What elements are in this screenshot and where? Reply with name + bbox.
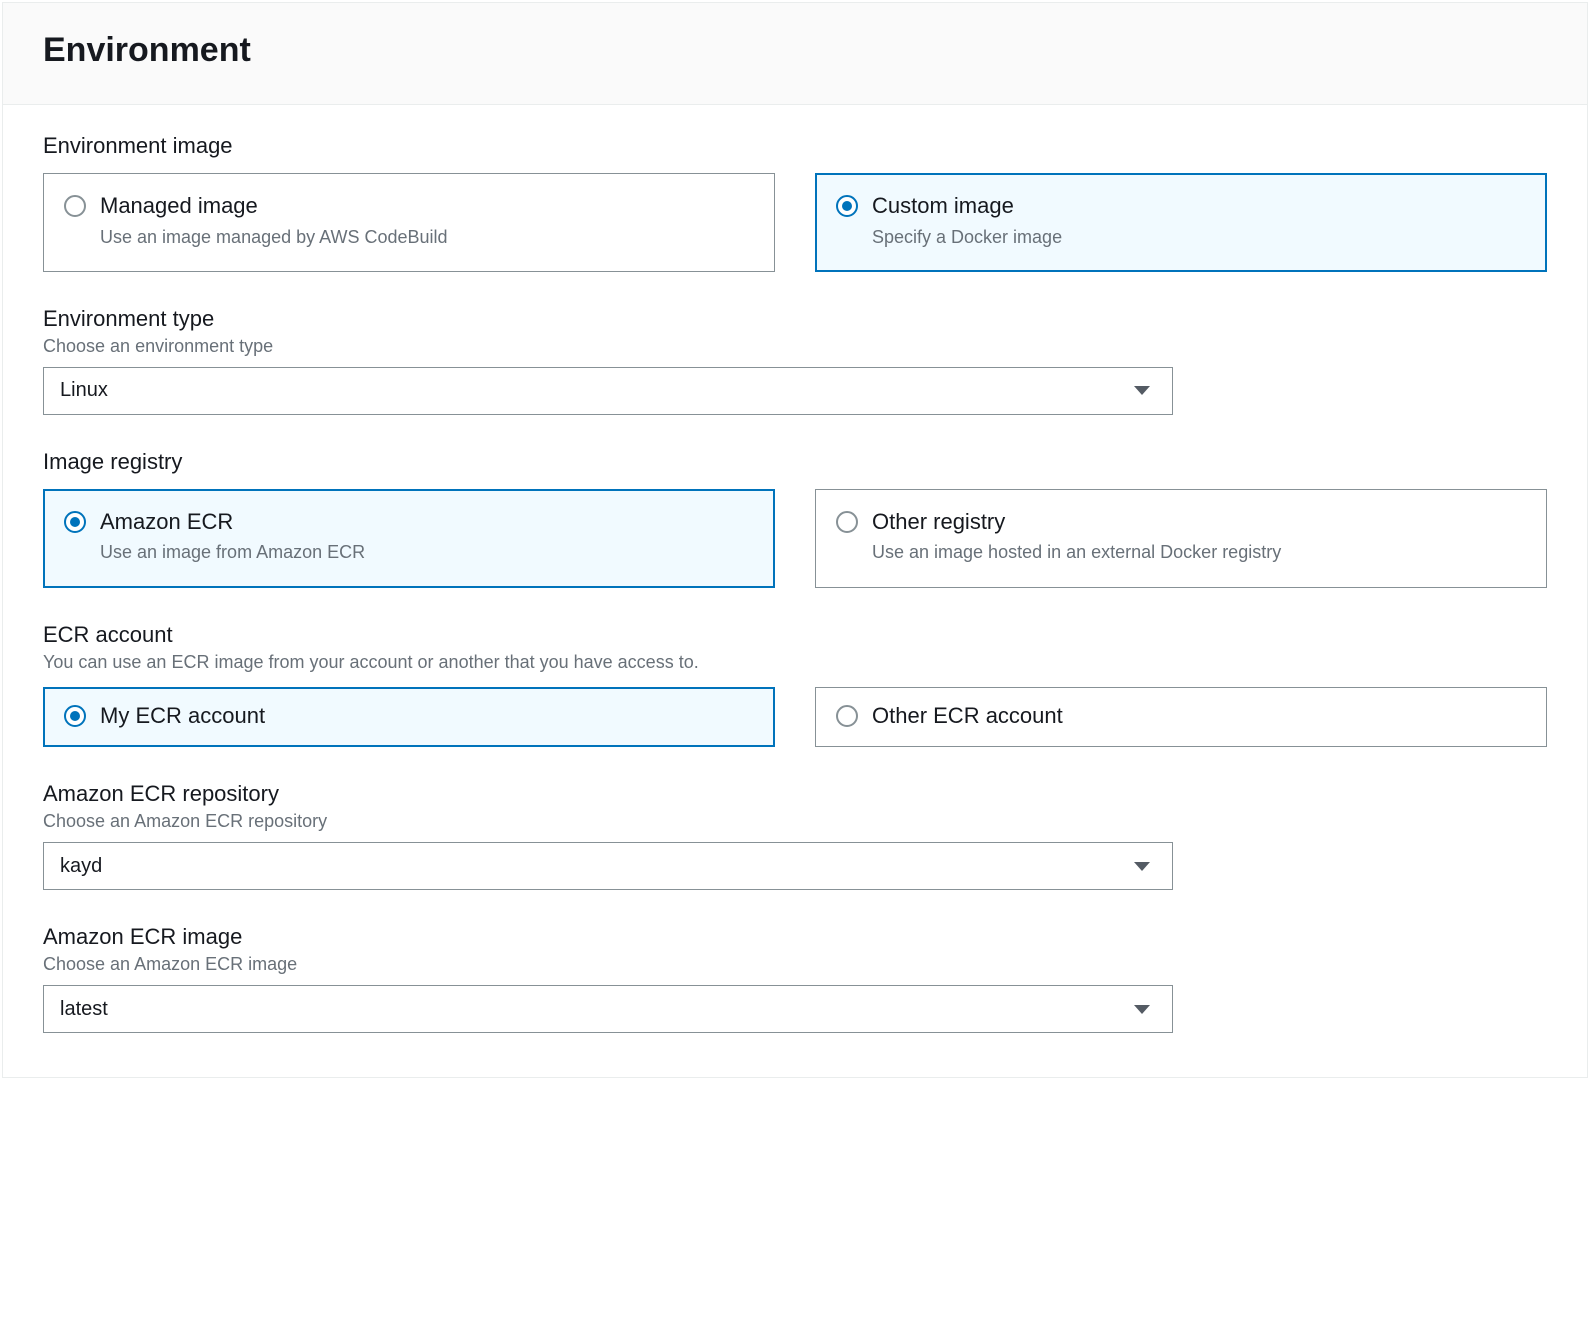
managed-image-tile[interactable]: Managed image Use an image managed by AW… xyxy=(43,173,775,272)
environment-image-options: Managed image Use an image managed by AW… xyxy=(43,173,1547,272)
select-value: kayd xyxy=(60,855,1134,878)
environment-image-field: Environment image Managed image Use an i… xyxy=(43,133,1547,272)
image-registry-label: Image registry xyxy=(43,449,1547,475)
ecr-repository-help: Choose an Amazon ECR repository xyxy=(43,811,1547,832)
tile-title: Amazon ECR xyxy=(100,508,754,537)
environment-panel: Environment Environment image Managed im… xyxy=(2,2,1588,1078)
chevron-down-icon xyxy=(1134,386,1150,395)
panel-header: Environment xyxy=(3,3,1587,105)
radio-icon xyxy=(64,511,86,533)
environment-image-label: Environment image xyxy=(43,133,1547,159)
environment-type-help: Choose an environment type xyxy=(43,336,1547,357)
image-registry-options: Amazon ECR Use an image from Amazon ECR … xyxy=(43,489,1547,588)
ecr-account-field: ECR account You can use an ECR image fro… xyxy=(43,622,1547,748)
tile-desc: Specify a Docker image xyxy=(872,225,1526,249)
chevron-down-icon xyxy=(1134,1005,1150,1014)
other-registry-tile[interactable]: Other registry Use an image hosted in an… xyxy=(815,489,1547,588)
tile-title: Other registry xyxy=(872,508,1526,537)
environment-type-label: Environment type xyxy=(43,306,1547,332)
panel-body: Environment image Managed image Use an i… xyxy=(3,105,1587,1077)
tile-title: Other ECR account xyxy=(872,702,1526,731)
radio-icon xyxy=(836,511,858,533)
ecr-repository-select[interactable]: kayd xyxy=(43,842,1173,890)
ecr-account-label: ECR account xyxy=(43,622,1547,648)
ecr-account-help: You can use an ECR image from your accou… xyxy=(43,652,1547,673)
ecr-image-help: Choose an Amazon ECR image xyxy=(43,954,1547,975)
tile-desc: Use an image hosted in an external Docke… xyxy=(872,540,1526,564)
tile-title: Managed image xyxy=(100,192,754,221)
ecr-image-label: Amazon ECR image xyxy=(43,924,1547,950)
image-registry-field: Image registry Amazon ECR Use an image f… xyxy=(43,449,1547,588)
ecr-repository-field: Amazon ECR repository Choose an Amazon E… xyxy=(43,781,1547,890)
environment-type-field: Environment type Choose an environment t… xyxy=(43,306,1547,415)
environment-type-select[interactable]: Linux xyxy=(43,367,1173,415)
radio-icon xyxy=(64,195,86,217)
my-ecr-account-tile[interactable]: My ECR account xyxy=(43,687,775,748)
other-ecr-account-tile[interactable]: Other ECR account xyxy=(815,687,1547,748)
ecr-account-options: My ECR account Other ECR account xyxy=(43,687,1547,748)
select-value: Linux xyxy=(60,379,1134,402)
radio-icon xyxy=(64,705,86,727)
ecr-repository-label: Amazon ECR repository xyxy=(43,781,1547,807)
tile-desc: Use an image from Amazon ECR xyxy=(100,540,754,564)
custom-image-tile[interactable]: Custom image Specify a Docker image xyxy=(815,173,1547,272)
tile-title: My ECR account xyxy=(100,702,754,731)
ecr-image-field: Amazon ECR image Choose an Amazon ECR im… xyxy=(43,924,1547,1033)
amazon-ecr-tile[interactable]: Amazon ECR Use an image from Amazon ECR xyxy=(43,489,775,588)
panel-title: Environment xyxy=(43,31,1547,70)
tile-desc: Use an image managed by AWS CodeBuild xyxy=(100,225,754,249)
ecr-image-select[interactable]: latest xyxy=(43,985,1173,1033)
chevron-down-icon xyxy=(1134,862,1150,871)
select-value: latest xyxy=(60,998,1134,1021)
tile-title: Custom image xyxy=(872,192,1526,221)
radio-icon xyxy=(836,195,858,217)
radio-icon xyxy=(836,705,858,727)
